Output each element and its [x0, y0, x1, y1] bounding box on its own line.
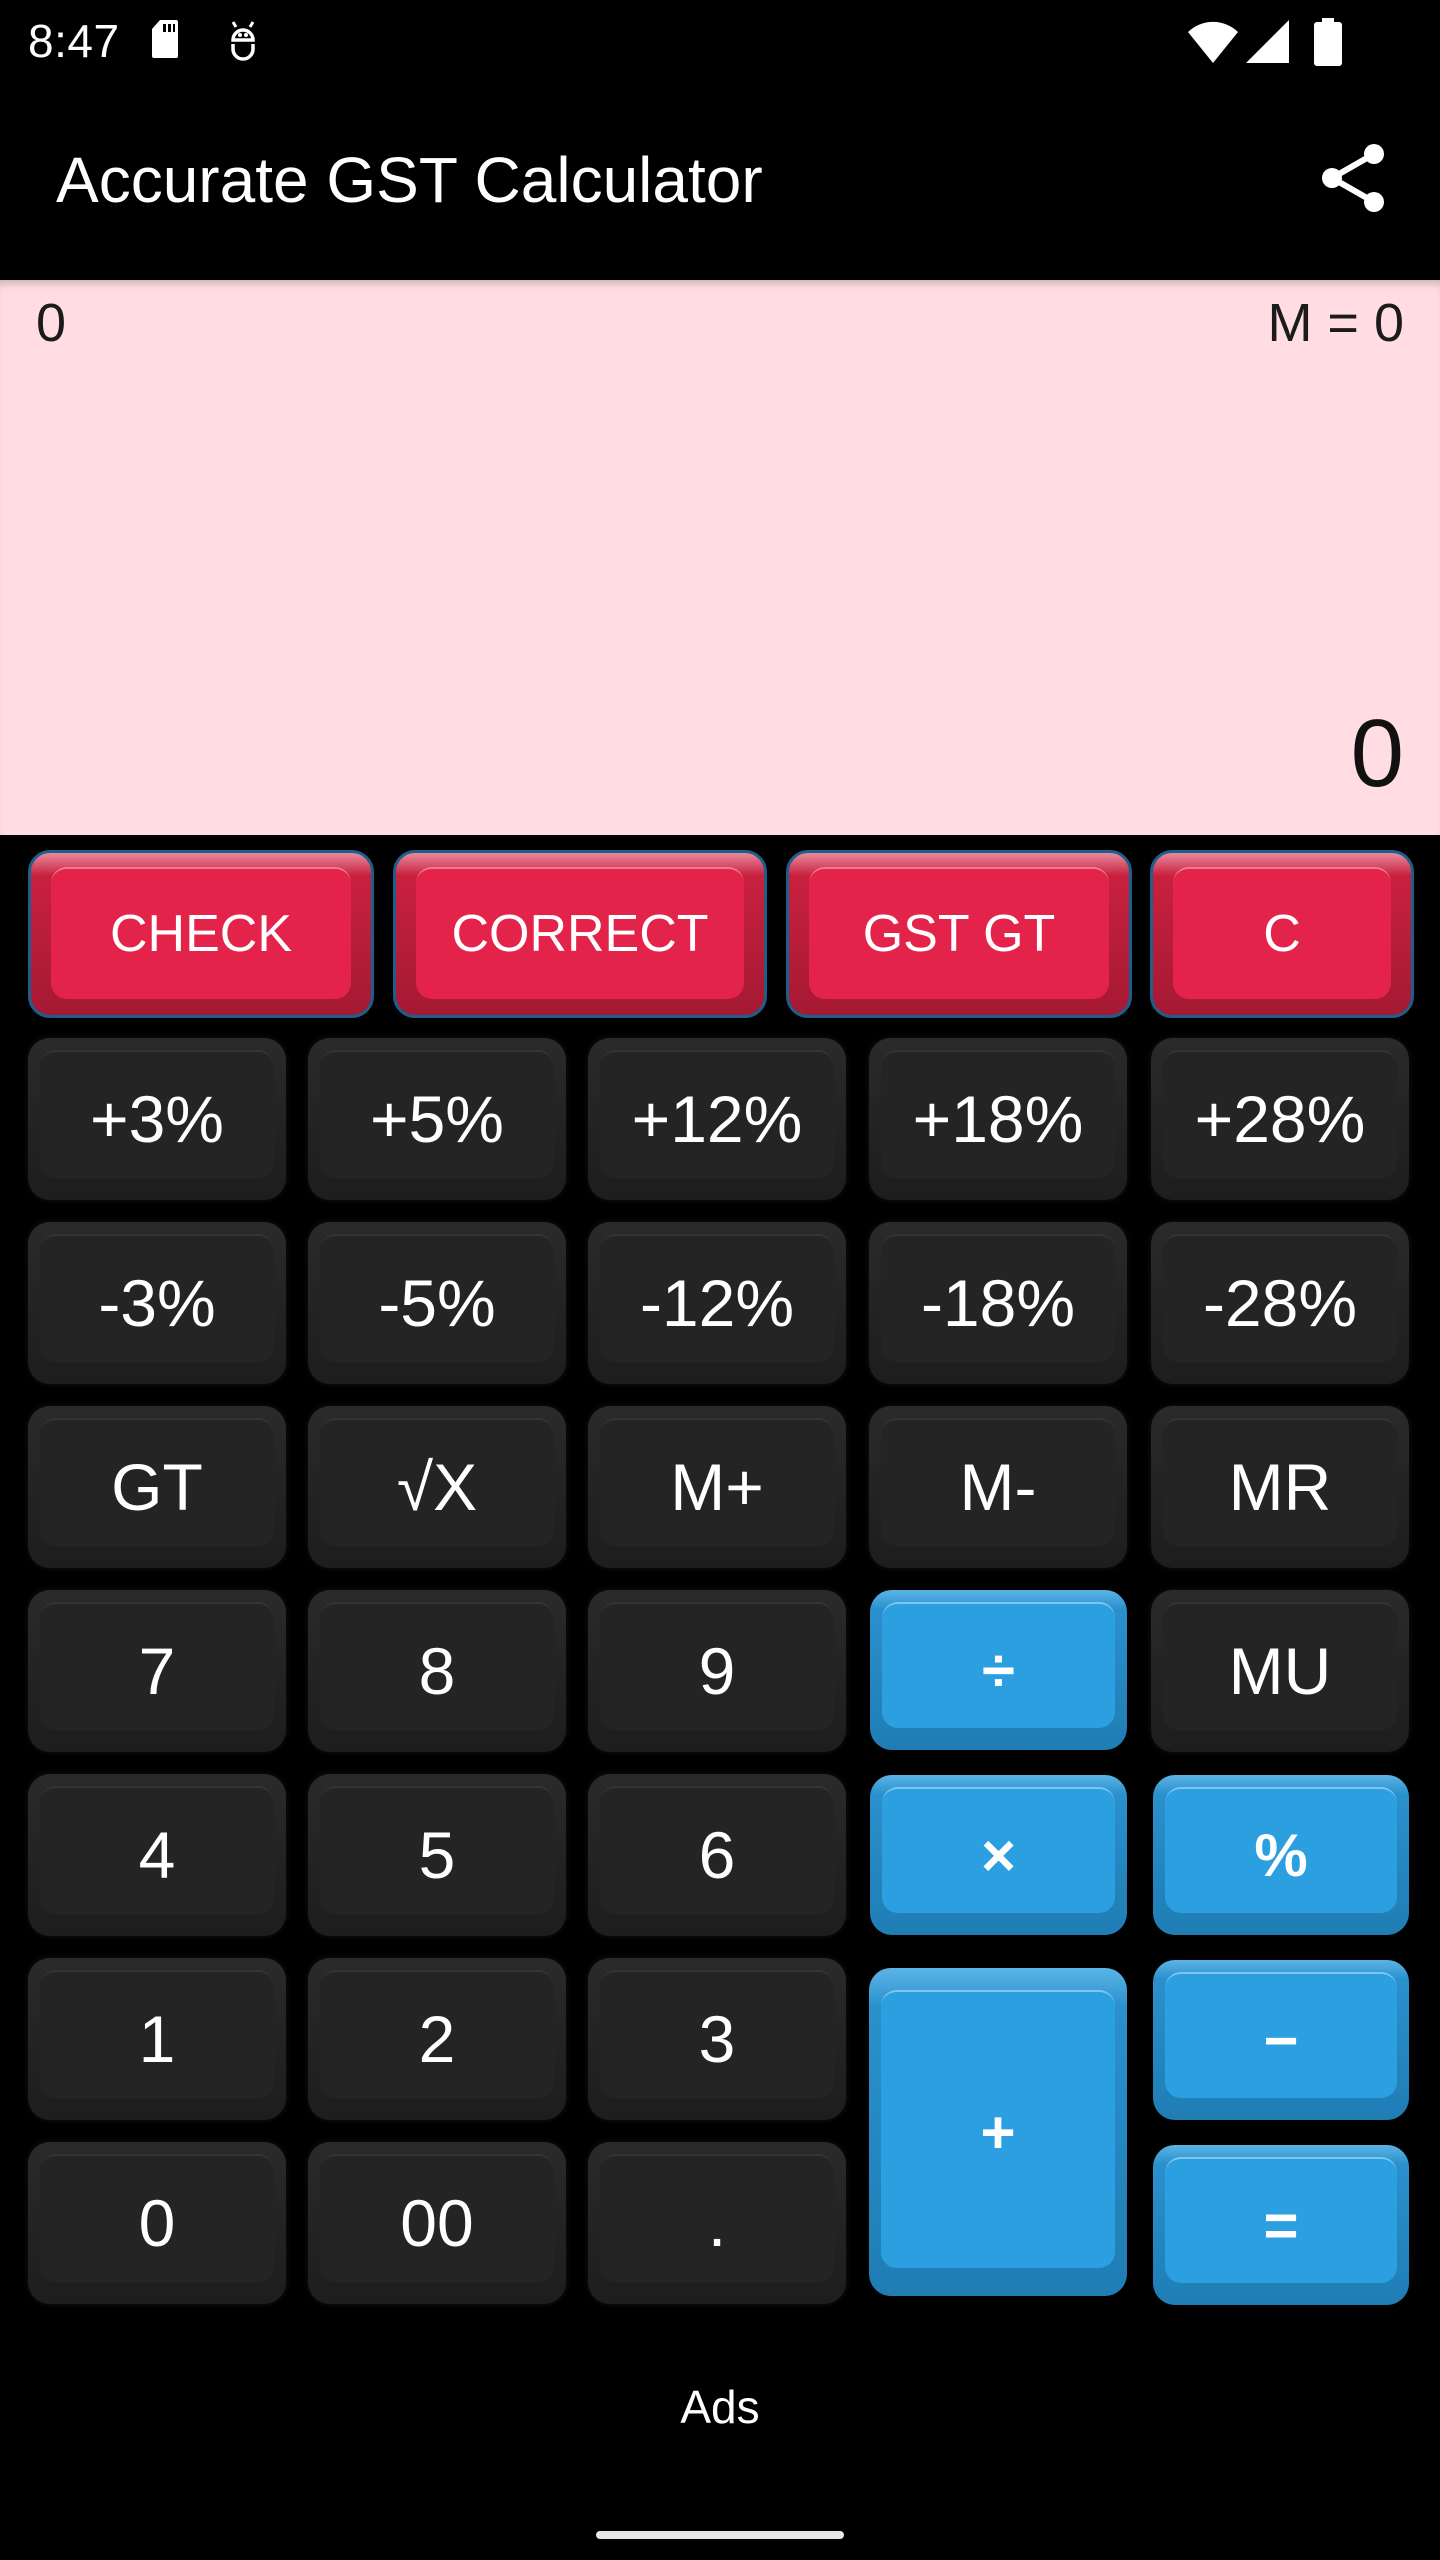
square-root-button[interactable]: √X [308, 1406, 566, 1568]
share-icon[interactable] [1318, 142, 1388, 214]
key-label: +12% [631, 1082, 803, 1156]
status-bar: 8:47 [0, 0, 1440, 85]
digit-5-button[interactable]: 5 [308, 1774, 566, 1936]
key-label: 2 [418, 2002, 456, 2076]
key-label: 3 [698, 2002, 736, 2076]
sub-18-percent-button[interactable]: -18% [869, 1222, 1127, 1384]
sub-5-percent-button[interactable]: -5% [308, 1222, 566, 1384]
divide-button[interactable]: ÷ [870, 1590, 1127, 1750]
key-label: 1 [138, 2002, 176, 2076]
ads-banner[interactable]: Ads [0, 2380, 1440, 2434]
key-label: 9 [698, 1634, 736, 1708]
key-label: MU [1228, 1634, 1332, 1708]
markup-button[interactable]: MU [1151, 1590, 1409, 1752]
app-bar: Accurate GST Calculator [0, 85, 1440, 280]
key-label: 5 [418, 1818, 456, 1892]
check-button[interactable]: CHECK [28, 850, 374, 1018]
key-label: 8 [418, 1634, 456, 1708]
calculator-display: 0 M = 0 0 [0, 280, 1440, 835]
memory-recall-button[interactable]: MR [1151, 1406, 1409, 1568]
sd-card-icon [152, 20, 178, 58]
secondary-value: 0 [36, 293, 67, 353]
vpn-bot-icon [231, 21, 255, 61]
digit-7-button[interactable]: 7 [28, 1590, 286, 1752]
status-time: 8:47 [28, 15, 120, 67]
multiply-button[interactable]: × [870, 1775, 1127, 1935]
digit-9-button[interactable]: 9 [588, 1590, 846, 1752]
key-label: % [1254, 1821, 1308, 1889]
battery-icon [1314, 18, 1342, 66]
key-label: = [1263, 2191, 1299, 2259]
digit-1-button[interactable]: 1 [28, 1958, 286, 2120]
key-label: -3% [98, 1266, 216, 1340]
minus-button[interactable]: − [1153, 1960, 1409, 2120]
sub-3-percent-button[interactable]: -3% [28, 1222, 286, 1384]
decimal-point-button[interactable]: . [588, 2142, 846, 2304]
digit-3-button[interactable]: 3 [588, 1958, 846, 2120]
percent-button[interactable]: % [1153, 1775, 1409, 1935]
digit-6-button[interactable]: 6 [588, 1774, 846, 1936]
key-label: -5% [378, 1266, 496, 1340]
digit-0-button[interactable]: 0 [28, 2142, 286, 2304]
memory-minus-button[interactable]: M- [869, 1406, 1127, 1568]
sub-28-percent-button[interactable]: -28% [1151, 1222, 1409, 1384]
gst-gt-button[interactable]: GST GT [786, 850, 1132, 1018]
check-label: CHECK [109, 905, 293, 963]
key-label: − [1263, 2006, 1299, 2074]
key-label: × [980, 1821, 1017, 1889]
add-18-percent-button[interactable]: +18% [869, 1038, 1127, 1200]
key-label: GT [111, 1450, 203, 1524]
digit-8-button[interactable]: 8 [308, 1590, 566, 1752]
key-label: -18% [920, 1266, 1076, 1340]
add-28-percent-button[interactable]: +28% [1151, 1038, 1409, 1200]
key-label: M- [959, 1450, 1037, 1524]
gt-button[interactable]: GT [28, 1406, 286, 1568]
key-label: ÷ [982, 1636, 1015, 1704]
app-title: Accurate GST Calculator [56, 144, 763, 216]
clear-label: C [1263, 905, 1301, 963]
equals-button[interactable]: = [1153, 2145, 1409, 2305]
main-value: 0 [1350, 700, 1404, 807]
key-label: MR [1228, 1450, 1332, 1524]
add-12-percent-button[interactable]: +12% [588, 1038, 846, 1200]
key-label: √X [396, 1450, 478, 1524]
sub-12-percent-button[interactable]: -12% [588, 1222, 846, 1384]
key-label: + [980, 2098, 1016, 2166]
key-label: 0 [138, 2186, 176, 2260]
key-label: 6 [698, 1818, 736, 1892]
home-gesture-bar[interactable] [596, 2531, 844, 2539]
key-label: M+ [670, 1450, 764, 1524]
double-zero-button[interactable]: 00 [308, 2142, 566, 2304]
key-label: +3% [90, 1082, 224, 1156]
key-label: +5% [370, 1082, 504, 1156]
key-label: +18% [912, 1082, 1084, 1156]
clear-button[interactable]: C [1150, 850, 1414, 1018]
memory-plus-button[interactable]: M+ [588, 1406, 846, 1568]
key-label: -12% [639, 1266, 795, 1340]
wifi-icon [1188, 21, 1238, 63]
key-label: +28% [1194, 1082, 1366, 1156]
add-5-percent-button[interactable]: +5% [308, 1038, 566, 1200]
correct-label: CORRECT [451, 905, 709, 963]
signal-icon [1246, 20, 1289, 63]
gst-gt-label: GST GT [862, 905, 1056, 963]
plus-button[interactable]: + [869, 1968, 1127, 2296]
key-label: . [707, 2186, 727, 2260]
key-label: -28% [1202, 1266, 1358, 1340]
add-3-percent-button[interactable]: +3% [28, 1038, 286, 1200]
digit-4-button[interactable]: 4 [28, 1774, 286, 1936]
correct-button[interactable]: CORRECT [393, 850, 767, 1018]
key-label: 7 [138, 1634, 176, 1708]
key-label: 4 [138, 1818, 176, 1892]
key-label: 00 [400, 2186, 474, 2260]
memory-indicator: M = 0 [1267, 293, 1404, 353]
digit-2-button[interactable]: 2 [308, 1958, 566, 2120]
